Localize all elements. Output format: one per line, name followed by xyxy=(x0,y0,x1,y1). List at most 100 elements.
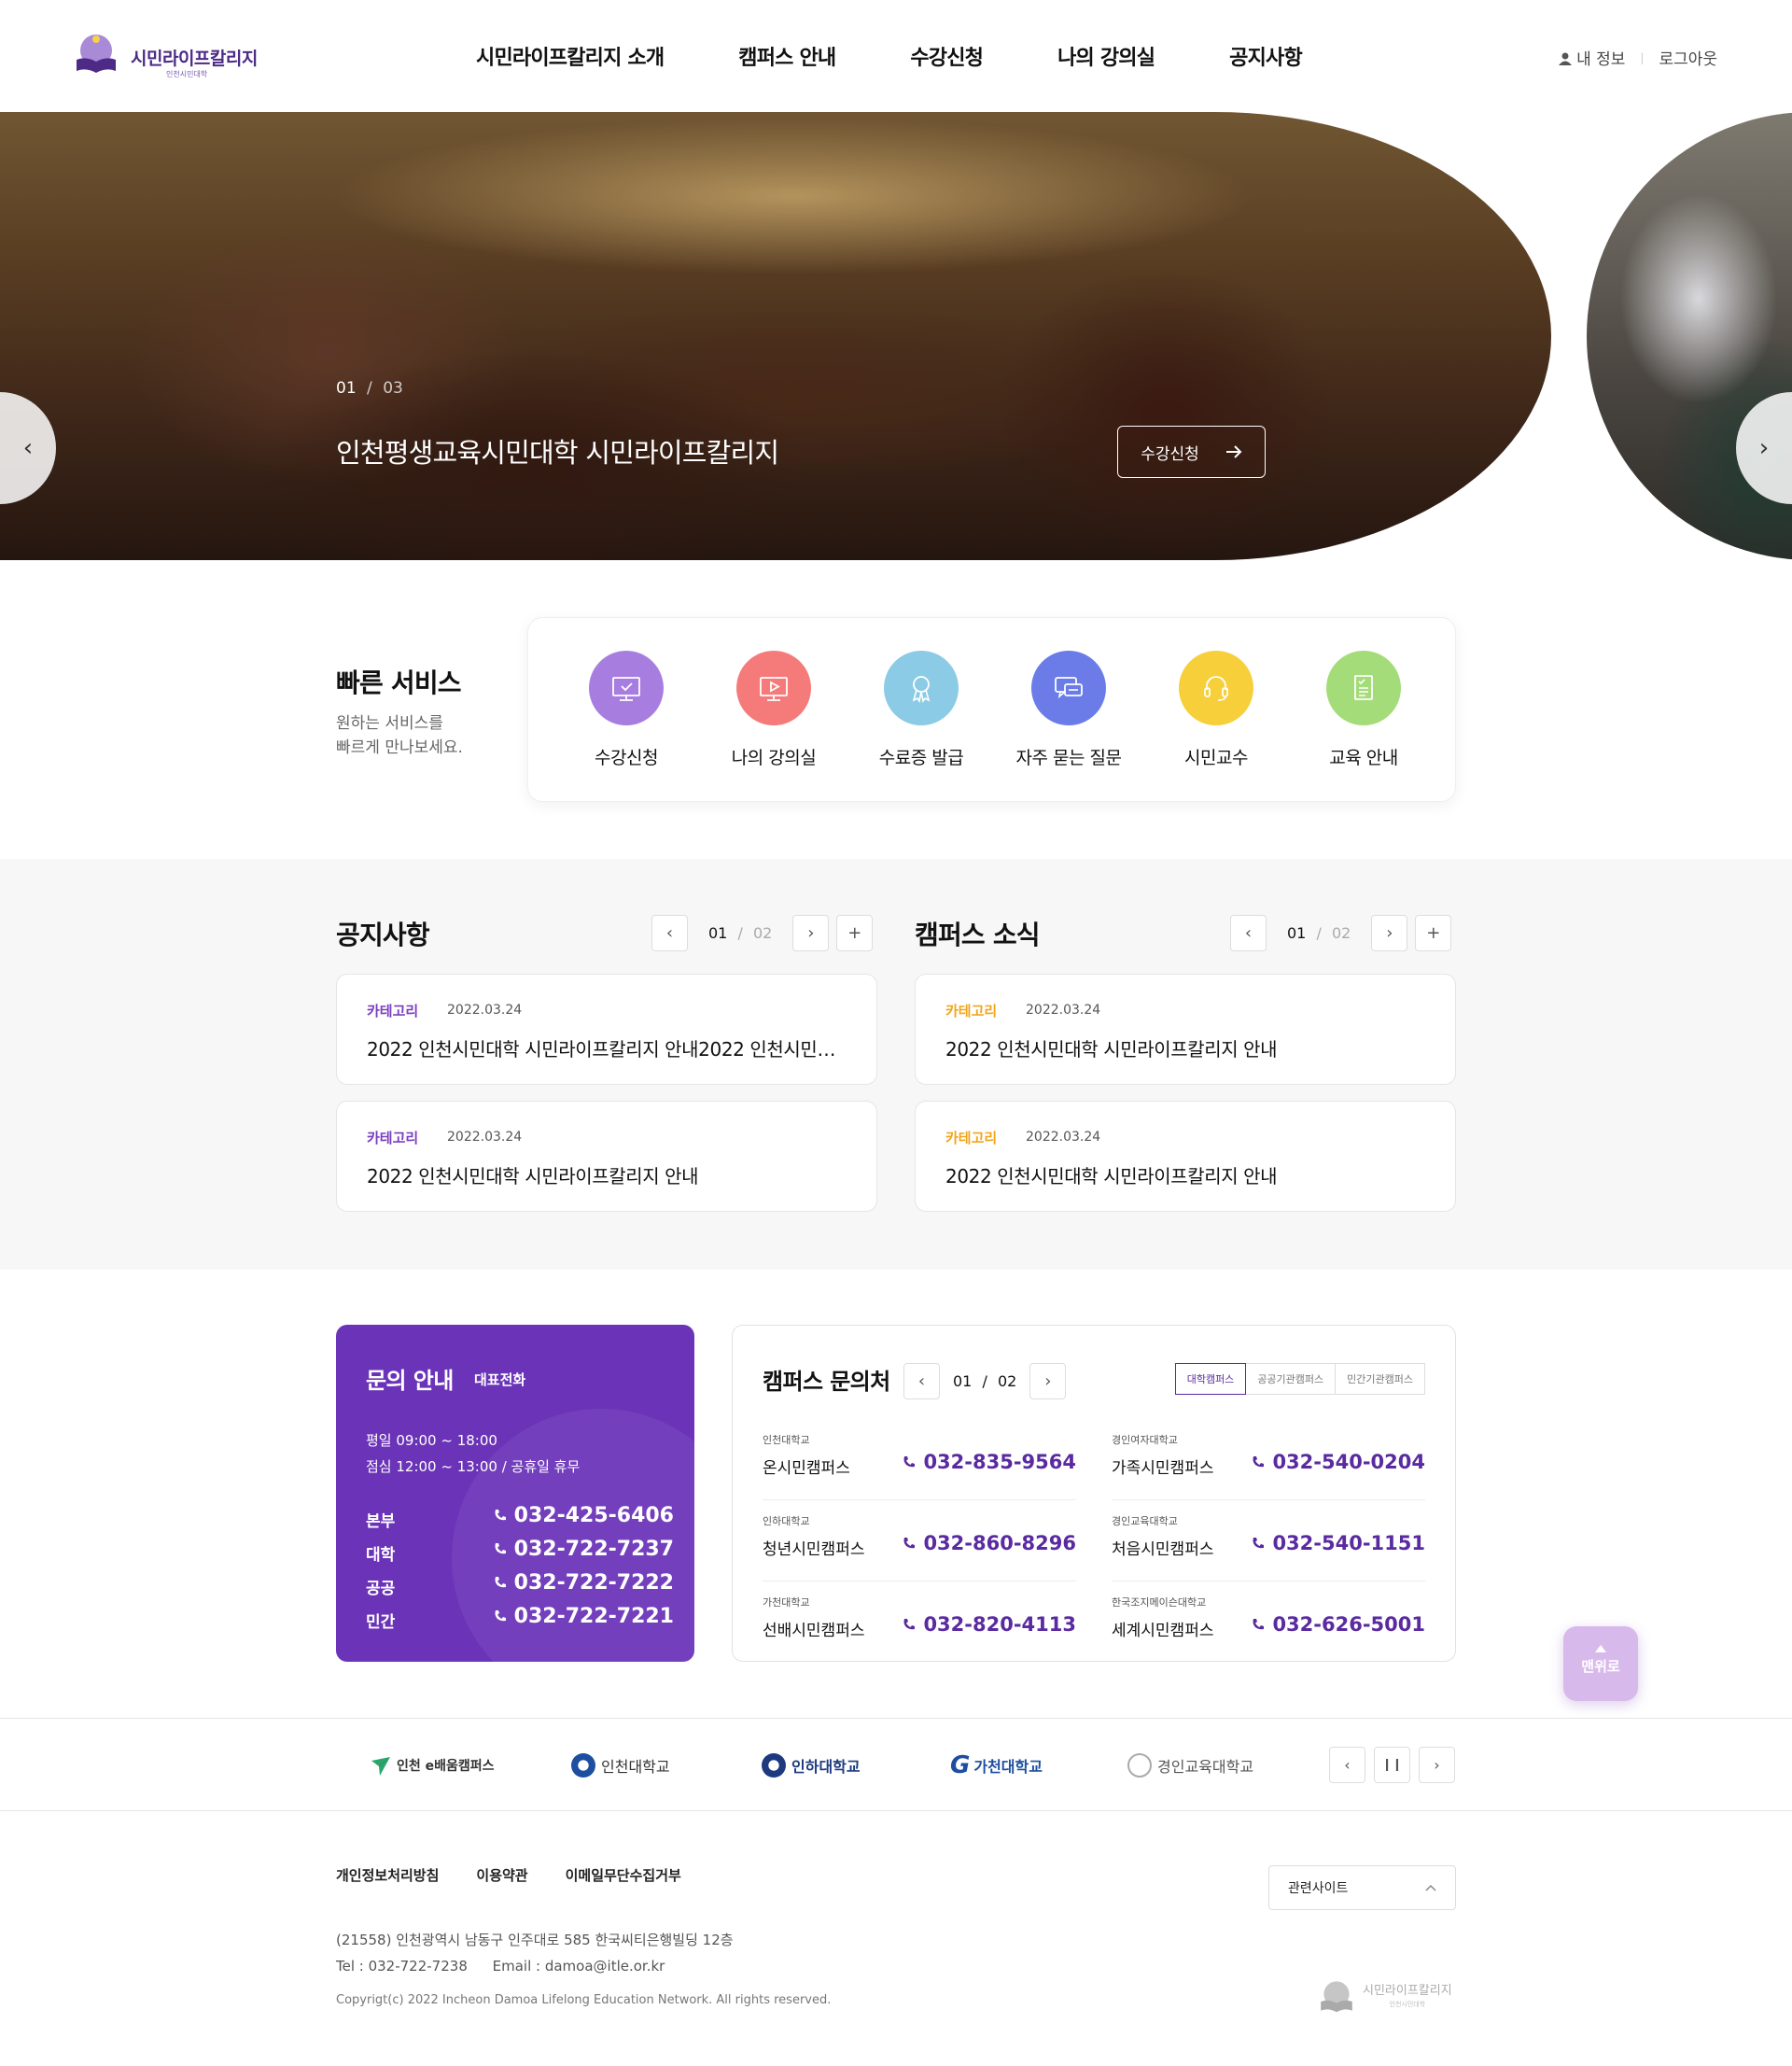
notice-date: 2022.03.24 xyxy=(447,1003,523,1018)
inquiry-phone[interactable]: 032-722-7237 xyxy=(494,1538,674,1561)
inquiry-phone[interactable]: 032-425-6406 xyxy=(494,1504,674,1527)
news-next-button[interactable]: › xyxy=(1371,915,1408,951)
news-more-button[interactable]: + xyxy=(1415,915,1452,951)
partner-logo[interactable]: 인천 e배움캠퍼스 xyxy=(369,1750,495,1780)
footer-contact-line: Tel : 032-722-7238 Email : damoa@itle.or… xyxy=(336,1953,734,1979)
notice-category: 카테고리 xyxy=(367,1130,419,1146)
campus-phone[interactable]: 032-540-0204 xyxy=(1252,1451,1425,1473)
inquiry-hours-weekday: 평일 09:00 ~ 18:00 xyxy=(366,1432,497,1449)
monitor-play-icon xyxy=(760,677,788,701)
related-sites-label: 관련사이트 xyxy=(1288,1881,1349,1896)
quick-my-classroom[interactable]: 나의 강의실 xyxy=(708,651,839,769)
campus-name: 선배시민캠퍼스 xyxy=(763,1622,865,1640)
campus-phone[interactable]: 032-540-1151 xyxy=(1252,1532,1425,1554)
nav-my-classroom[interactable]: 나의 강의실 xyxy=(1057,41,1155,71)
logout-link[interactable]: 로그아웃 xyxy=(1659,46,1717,69)
footer-email-policy-link[interactable]: 이메일무단수집거부 xyxy=(566,1865,681,1885)
quick-faq[interactable]: 자주 묻는 질문 xyxy=(1003,651,1134,769)
notice-item[interactable]: 카테고리 2022.03.24 2022 인천시민대학 시민라이프칼리지 안내 xyxy=(336,1101,877,1212)
footer-terms-link[interactable]: 이용약관 xyxy=(476,1865,527,1885)
partner-pause-button[interactable]: ❙❙ xyxy=(1374,1747,1410,1783)
inquiry-phone-number: 032-722-7222 xyxy=(513,1571,674,1595)
notice-prev-button[interactable]: ‹ xyxy=(651,915,688,951)
hero-slide-counter: 01 / 03 xyxy=(336,379,403,398)
contact-current: 01 xyxy=(953,1372,973,1390)
partner-prev-button[interactable]: ‹ xyxy=(1329,1747,1365,1783)
nav-about[interactable]: 시민라이프칼리지 소개 xyxy=(476,41,665,71)
partner-logo[interactable]: 인하대학교 xyxy=(762,1750,861,1780)
footer-links: 개인정보처리방침 이용약관 이메일무단수집거부 xyxy=(336,1865,681,1885)
tab-university-campus[interactable]: 대학캠퍼스 xyxy=(1174,1363,1247,1395)
hero-slider: ‹ › xyxy=(0,112,1792,560)
footer-address: (21558) 인천광역시 남동구 인주대로 585 한국씨티은행빌딩 12층 … xyxy=(336,1927,734,1979)
inquiry-row: 본부 032-425-6406 xyxy=(366,1504,674,1532)
hero-current: 01 xyxy=(336,379,357,398)
quick-education-guide[interactable]: 교육 안내 xyxy=(1298,651,1429,769)
hero-enroll-button[interactable]: 수강신청 xyxy=(1117,426,1266,478)
campus-phone[interactable]: 032-626-5001 xyxy=(1252,1613,1425,1636)
inquiry-phone-number: 032-425-6406 xyxy=(513,1504,674,1527)
campus-name: 청년시민캠퍼스 xyxy=(763,1540,865,1559)
partner-next-button[interactable]: › xyxy=(1419,1747,1455,1783)
partner-name: 가천대학교 xyxy=(973,1758,1043,1776)
quick-faq-label: 자주 묻는 질문 xyxy=(1015,748,1122,768)
monitor-check-icon xyxy=(612,677,640,701)
nav-notice[interactable]: 공지사항 xyxy=(1229,41,1303,71)
notice-next-button[interactable]: › xyxy=(792,915,830,951)
campus-phone[interactable]: 032-835-9564 xyxy=(903,1451,1076,1473)
quick-professor-circle xyxy=(1179,651,1253,725)
campus-contact-item: 경인여자대학교 가족시민캠퍼스 032-540-0204 xyxy=(1112,1419,1425,1500)
quick-certificate[interactable]: 수료증 발급 xyxy=(856,651,987,769)
campus-school: 경인여자대학교 xyxy=(1112,1434,1178,1446)
news-item[interactable]: 카테고리 2022.03.24 2022 인천시민대학 시민라이프칼리지 안내 xyxy=(915,1101,1456,1212)
nav-campus[interactable]: 캠퍼스 안내 xyxy=(738,41,836,71)
my-info-link[interactable]: 내 정보 xyxy=(1558,46,1625,69)
chevron-left-icon: ‹ xyxy=(917,1371,926,1391)
partner-logo[interactable]: 경인교육대학교 xyxy=(1127,1750,1253,1780)
partner-logo[interactable]: 인천대학교 xyxy=(571,1750,670,1780)
nav-enrollment[interactable]: 수강신청 xyxy=(910,41,984,71)
main-navigation: 시민라이프칼리지 소개 캠퍼스 안내 수강신청 나의 강의실 공지사항 xyxy=(476,41,1303,71)
news-category: 카테고리 xyxy=(945,1003,998,1019)
partner-name: 인하대학교 xyxy=(791,1758,861,1776)
notice-title: 공지사항 xyxy=(336,920,430,950)
chevron-right-icon: › xyxy=(1434,1756,1440,1774)
related-sites-select[interactable]: 관련사이트 xyxy=(1268,1865,1456,1910)
inquiry-label: 본부 xyxy=(366,1512,396,1531)
contact-prev-button[interactable]: ‹ xyxy=(903,1363,940,1399)
my-info-label: 내 정보 xyxy=(1576,50,1626,69)
campus-phone[interactable]: 032-860-8296 xyxy=(903,1532,1076,1554)
quick-citizen-professor[interactable]: 시민교수 xyxy=(1151,651,1281,769)
news-current: 01 xyxy=(1287,924,1307,942)
quick-enroll[interactable]: 수강신청 xyxy=(561,651,692,769)
scroll-top-button[interactable]: 맨위로 xyxy=(1563,1626,1638,1701)
partner-logo[interactable]: G 가천대학교 xyxy=(950,1750,1043,1780)
partner-name: 경인교육대학교 xyxy=(1157,1758,1254,1776)
inquiry-title: 문의 안내 xyxy=(366,1368,454,1394)
footer-privacy-link[interactable]: 개인정보처리방침 xyxy=(336,1865,439,1885)
campus-phone[interactable]: 032-820-4113 xyxy=(903,1613,1076,1636)
pause-icon: ❙❙ xyxy=(1381,1758,1403,1772)
notice-item[interactable]: 카테고리 2022.03.24 2022 인천시민대학 시민라이프칼리지 안내2… xyxy=(336,974,877,1085)
quick-desc-line-1: 원하는 서비스를 xyxy=(336,714,443,733)
inquiry-phone[interactable]: 032-722-7221 xyxy=(494,1605,674,1628)
news-total: 02 xyxy=(1331,924,1351,942)
tab-public-campus[interactable]: 공공기관캠퍼스 xyxy=(1245,1363,1337,1395)
footer-logo-text: 시민라이프칼리지 인천시민대학 xyxy=(1363,1985,1452,2011)
inquiry-phone[interactable]: 032-722-7222 xyxy=(494,1571,674,1595)
tab-private-campus[interactable]: 민간기관캠퍼스 xyxy=(1335,1363,1425,1395)
news-prev-button[interactable]: ‹ xyxy=(1230,915,1267,951)
inquiry-phone-number: 032-722-7221 xyxy=(513,1605,674,1628)
campus-contact-pager: ‹ 01 / 02 › xyxy=(903,1363,1067,1399)
plus-icon: + xyxy=(847,923,862,943)
phone-icon xyxy=(1253,1456,1265,1468)
campus-contact-item: 한국조지메이슨대학교 세계시민캠퍼스 032-626-5001 xyxy=(1112,1581,1425,1663)
footer-copyright: Copyrigt(c) 2022 Incheon Damoa Lifelong … xyxy=(336,1993,832,2007)
news-item[interactable]: 카테고리 2022.03.24 2022 인천시민대학 시민라이프칼리지 안내 xyxy=(915,974,1456,1085)
contact-total: 02 xyxy=(997,1372,1017,1390)
contact-next-button[interactable]: › xyxy=(1029,1363,1067,1399)
site-logo[interactable]: 시민라이프칼리지 인천시민대학 xyxy=(73,32,278,82)
incheon-ebaeum-logo-icon xyxy=(371,1757,390,1776)
notice-more-button[interactable]: + xyxy=(836,915,874,951)
inquiry-row: 대학 032-722-7237 xyxy=(366,1538,674,1566)
